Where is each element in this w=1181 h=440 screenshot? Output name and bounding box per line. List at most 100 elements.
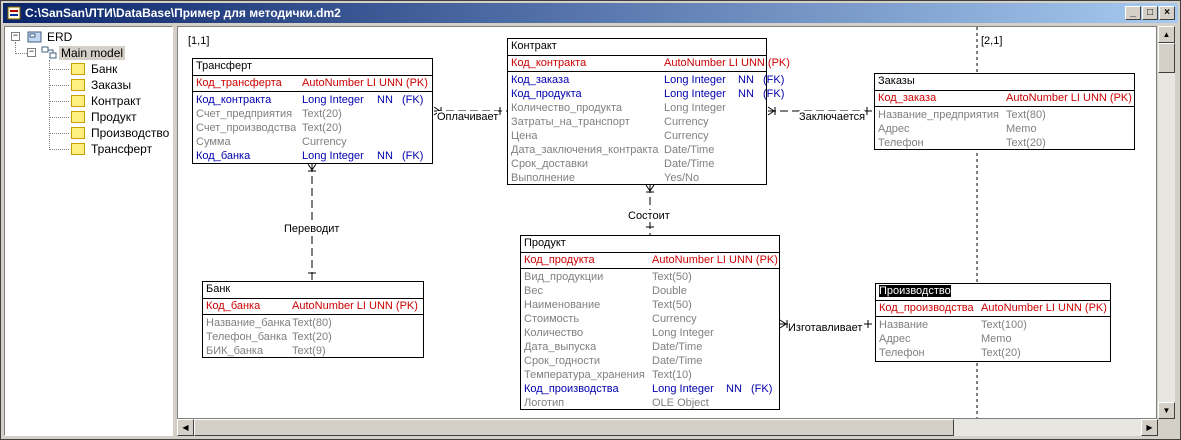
attribute-type: AutoNumber LI UNN (PK) bbox=[1006, 92, 1132, 104]
attribute-row[interactable]: Логотип OLE Object bbox=[521, 396, 779, 410]
minimize-button[interactable]: _ bbox=[1125, 6, 1141, 20]
attribute-name: Телефон bbox=[879, 347, 925, 359]
collapse-root-icon[interactable]: − bbox=[11, 32, 20, 41]
entity-title: Производство bbox=[876, 284, 1110, 301]
attribute-name: Код_продукта bbox=[524, 254, 595, 266]
entity-product[interactable]: Продукт Код_продукта AutoNumber LI UNN (PK… bbox=[520, 235, 780, 410]
attribute-row[interactable]: Телефон_банка Text(20) bbox=[203, 330, 423, 344]
attribute-row[interactable]: Адрес Memo bbox=[875, 122, 1134, 136]
attribute-type: Date/Time bbox=[652, 355, 703, 367]
scroll-up-button[interactable]: ▲ bbox=[1158, 26, 1175, 43]
attribute-row[interactable]: Дата_заключения_контракта Date/Time bbox=[508, 143, 766, 157]
tree-item-table[interactable]: Контракт bbox=[91, 94, 141, 108]
tree-item-table[interactable]: Заказы bbox=[91, 78, 131, 92]
entity-bank[interactable]: Банк Код_банка AutoNumber LI UNN (PK) Назва… bbox=[202, 281, 424, 358]
attribute-type: Memo bbox=[1006, 123, 1037, 135]
foreign-key-row[interactable]: Код_контракта Long Integer NN (FK) bbox=[193, 93, 432, 107]
foreign-key-row[interactable]: Код_продукта Long Integer NN (FK) bbox=[508, 87, 784, 101]
key-flag: (FK) bbox=[763, 74, 785, 86]
entity-production[interactable]: Производство Код_производства AutoNumber L… bbox=[875, 283, 1111, 362]
attribute-type: Double bbox=[652, 285, 687, 297]
attribute-row[interactable]: Счет_производства Text(20) bbox=[193, 121, 432, 135]
entity-orders[interactable]: Заказы Код_заказа AutoNumber LI UNN (PK) На… bbox=[874, 73, 1135, 150]
attribute-name: Адрес bbox=[878, 123, 910, 135]
attribute-row[interactable]: БИК_банка Text(9) bbox=[203, 344, 423, 358]
attribute-row[interactable]: Срок_годности Date/Time bbox=[521, 354, 779, 368]
attribute-type: AutoNumber LI UNN (PK) bbox=[302, 77, 428, 89]
tree-item-table[interactable]: Продукт bbox=[91, 110, 137, 124]
table-icon bbox=[71, 95, 85, 107]
attribute-name: Код_продукта bbox=[511, 88, 582, 100]
attribute-type: Long Integer bbox=[652, 327, 714, 339]
tree-root-erd[interactable]: ERD bbox=[47, 30, 72, 44]
scroll-left-button[interactable]: ◀ bbox=[177, 419, 194, 436]
key-flag: (FK) bbox=[763, 88, 785, 100]
attribute-row[interactable]: Название_предприятия Text(80) bbox=[875, 108, 1134, 122]
attribute-type: Date/Time bbox=[652, 341, 703, 353]
primary-key-row[interactable]: Код_трансферта AutoNumber LI UNN (PK) bbox=[193, 76, 432, 90]
collapse-model-icon[interactable]: − bbox=[27, 48, 36, 57]
window-title: C:\SanSan\ЛТИ\DataBase\Пример для методи… bbox=[25, 6, 341, 20]
primary-key-row[interactable]: Код_производства AutoNumber LI UNN (PK) bbox=[876, 301, 1110, 315]
attribute-row[interactable]: Счет_предприятия Text(20) bbox=[193, 107, 432, 121]
page-marker-2-1: [2,1] bbox=[981, 35, 1003, 47]
attribute-row[interactable]: Название_банка Text(80) bbox=[203, 316, 423, 330]
attribute-row[interactable]: Вид_продукции Text(50) bbox=[521, 270, 779, 284]
table-icon bbox=[71, 79, 85, 91]
attribute-row[interactable]: Название Text(100) bbox=[876, 318, 1110, 332]
attribute-name: Код_контракта bbox=[511, 57, 587, 69]
attribute-row[interactable]: Цена Currency bbox=[508, 129, 766, 143]
attribute-row[interactable]: Температура_хранения Text(10) bbox=[521, 368, 779, 382]
tree-main-model[interactable]: Main model bbox=[59, 46, 126, 60]
attribute-row[interactable]: Затраты_на_транспорт Currency bbox=[508, 115, 766, 129]
attribute-row[interactable]: Стоимость Currency bbox=[521, 312, 779, 326]
attribute-row[interactable]: Дата_выпуска Date/Time bbox=[521, 340, 779, 354]
foreign-key-row[interactable]: Код_заказа Long Integer NN (FK) bbox=[508, 73, 784, 87]
tree-item-table[interactable]: Производство bbox=[91, 126, 169, 140]
horizontal-scroll-thumb[interactable] bbox=[194, 419, 954, 436]
attribute-row[interactable]: Телефон Text(20) bbox=[876, 346, 1110, 360]
foreign-key-row[interactable]: Код_производства Long Integer NN (FK) bbox=[521, 382, 779, 396]
primary-key-row[interactable]: Код_продукта AutoNumber LI UNN (PK) bbox=[521, 253, 779, 267]
attribute-row[interactable]: Адрес Memo bbox=[876, 332, 1110, 346]
attribute-row[interactable]: Количество Long Integer bbox=[521, 326, 779, 340]
attribute-row[interactable]: Наименование Text(50) bbox=[521, 298, 779, 312]
attribute-row[interactable]: Вес Double bbox=[521, 284, 779, 298]
title-bar[interactable]: C:\SanSan\ЛТИ\DataBase\Пример для методи… bbox=[3, 3, 1178, 23]
vertical-scrollbar[interactable]: ▲ ▼ bbox=[1158, 26, 1175, 419]
foreign-key-row[interactable]: Код_банка Long Integer NN (FK) bbox=[193, 149, 432, 163]
scroll-right-button[interactable]: ▶ bbox=[1141, 419, 1158, 436]
attribute-type: OLE Object bbox=[652, 397, 709, 409]
table-icon bbox=[71, 111, 85, 123]
maximize-button[interactable]: □ bbox=[1142, 6, 1158, 20]
app-icon bbox=[7, 6, 21, 20]
attribute-name: Наименование bbox=[524, 299, 601, 311]
horizontal-scrollbar[interactable]: ◀ ▶ bbox=[177, 419, 1158, 436]
attribute-type: Memo bbox=[981, 333, 1012, 345]
attribute-name: Код_трансферта bbox=[196, 77, 282, 89]
vertical-scroll-thumb[interactable] bbox=[1158, 43, 1175, 73]
attribute-row[interactable]: Количество_продукта Long Integer bbox=[508, 101, 766, 115]
attribute-row[interactable]: Телефон Text(20) bbox=[875, 136, 1134, 150]
model-tree[interactable]: − ERD − Main model Банк Заказы Контракт Про… bbox=[4, 26, 173, 436]
primary-key-row[interactable]: Код_банка AutoNumber LI UNN (PK) bbox=[203, 299, 423, 313]
scroll-down-button[interactable]: ▼ bbox=[1158, 402, 1175, 419]
key-flag: (FK) bbox=[751, 383, 773, 395]
erd-icon bbox=[27, 31, 42, 43]
entity-contract[interactable]: Контракт Код_контракта AutoNumber LI UNN (… bbox=[507, 38, 790, 185]
attribute-row[interactable]: Сумма Currency bbox=[193, 135, 432, 149]
not-null-flag: NN bbox=[377, 150, 393, 162]
tree-item-table[interactable]: Трансферт bbox=[91, 142, 152, 156]
attribute-row[interactable]: Срок_доставки Date/Time bbox=[508, 157, 766, 171]
relation-label-pays: Оплачивает bbox=[437, 111, 499, 123]
tree-item-table[interactable]: Банк bbox=[91, 62, 117, 76]
primary-key-row[interactable]: Код_заказа AutoNumber LI UNN (PK) bbox=[875, 91, 1134, 105]
primary-key-row[interactable]: Код_контракта AutoNumber LI UNN (PK) bbox=[508, 56, 790, 70]
attribute-name: Код_заказа bbox=[878, 92, 937, 104]
attribute-type: Text(80) bbox=[292, 317, 332, 329]
diagram-canvas[interactable]: [1,1] [2,1] Трансферт Код_трансферта AutoN… bbox=[177, 26, 1157, 419]
close-button[interactable]: × bbox=[1159, 6, 1175, 20]
attribute-row[interactable]: Выполнение Yes/No bbox=[508, 171, 766, 185]
entity-transfer[interactable]: Трансферт Код_трансферта AutoNumber LI UNN… bbox=[192, 58, 433, 164]
attribute-name: Температура_хранения bbox=[524, 369, 645, 381]
